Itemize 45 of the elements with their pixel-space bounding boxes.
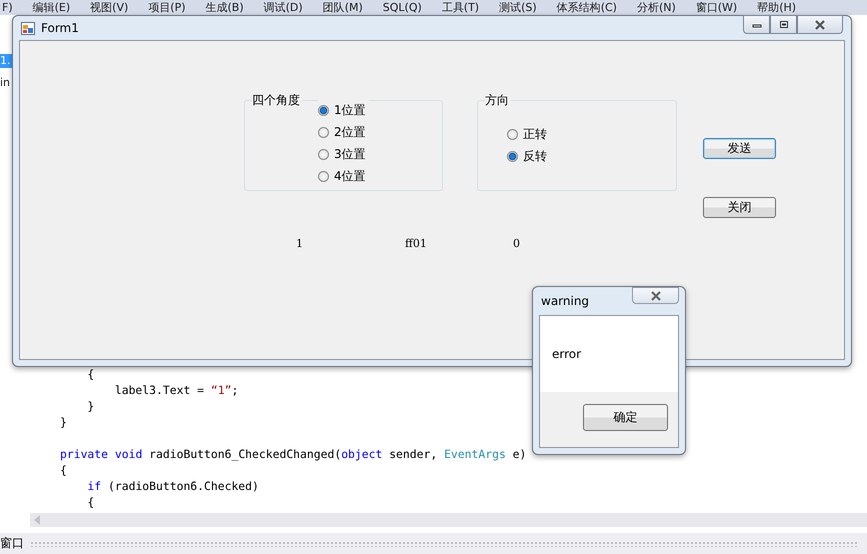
code-line: label3.Text = “1”; — [114, 383, 238, 397]
code-line: } — [60, 415, 67, 429]
code-line: private void radioButton6_CheckedChanged(object sender, EventArgs e) — [60, 447, 526, 461]
menu-item[interactable]: F) — [2, 1, 13, 14]
menu-item[interactable]: 测试(S) — [499, 1, 537, 14]
menu-item[interactable]: 工具(T) — [442, 1, 480, 14]
menu-item[interactable]: SQL(Q) — [382, 1, 422, 14]
dialog-title: warning — [541, 294, 590, 308]
menu-item[interactable]: 分析(N) — [636, 1, 676, 14]
maximize-icon — [778, 20, 788, 29]
code-line: if (radioButton6.Checked) — [86, 479, 259, 493]
menu-item[interactable]: 团队(M) — [322, 1, 363, 14]
close-button[interactable] — [632, 287, 679, 304]
close-icon — [650, 290, 662, 300]
code-line: { — [60, 463, 67, 477]
dialog-message: error — [552, 347, 582, 361]
close-button[interactable] — [797, 15, 843, 34]
form-button[interactable]: 关闭 — [703, 197, 776, 218]
value-label: ff01 — [405, 237, 427, 250]
menu-item[interactable]: 帮助(H) — [757, 1, 796, 14]
form-button[interactable]: 发送 — [703, 138, 776, 159]
menu-item[interactable]: 项目(P) — [148, 1, 186, 14]
menu-item[interactable]: 编辑(E) — [32, 1, 70, 14]
menu-item[interactable]: 体系结构(C) — [556, 1, 617, 14]
group-title: 方向 — [485, 92, 511, 108]
menu-item[interactable]: 生成(B) — [206, 1, 244, 14]
menu-item[interactable]: 调试(D) — [264, 1, 303, 14]
menu-item[interactable]: 视图(V) — [90, 1, 128, 14]
window-title: Form1 — [41, 21, 79, 35]
group-title: 四个角度 — [252, 92, 302, 108]
editor-text: in — [0, 76, 10, 90]
close-icon — [814, 20, 826, 30]
menu-item[interactable]: 窗口(W) — [696, 1, 738, 14]
code-line: { — [86, 495, 94, 509]
value-label: 0 — [513, 237, 520, 250]
minimize-icon — [752, 22, 762, 28]
code-line: } — [86, 399, 94, 413]
code-line: { — [86, 367, 94, 381]
minimize-button[interactable] — [743, 15, 770, 34]
horizontal-scrollbar[interactable] — [30, 513, 867, 527]
panel-title: 窗口 — [0, 535, 24, 552]
app-icon — [21, 22, 35, 34]
maximize-button[interactable] — [770, 15, 797, 34]
value-label: 1 — [296, 237, 303, 250]
ok-button[interactable]: 确定 — [583, 404, 668, 431]
